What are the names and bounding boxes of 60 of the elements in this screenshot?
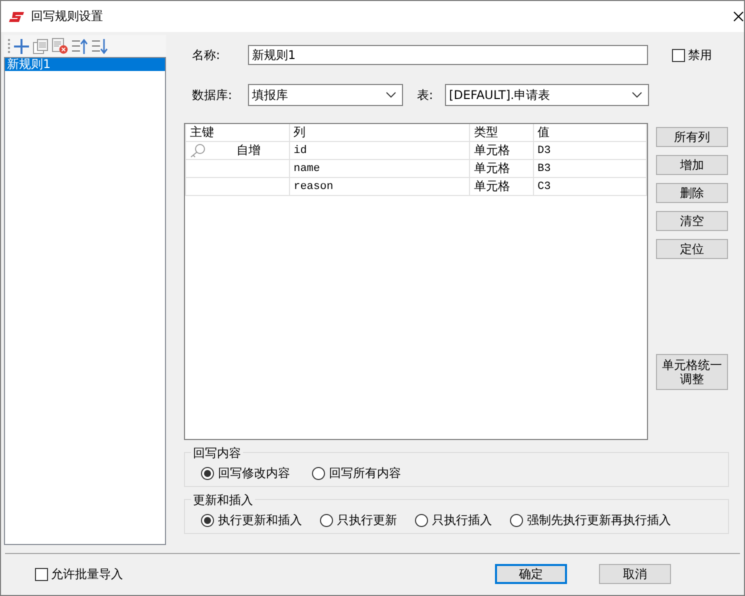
- radio-button[interactable]: [201, 514, 214, 527]
- field-label: 名称:: [192, 46, 222, 64]
- column-header: 主键: [186, 124, 290, 142]
- move-up-icon[interactable]: [72, 38, 88, 54]
- window-title: 回写规则设置: [31, 8, 104, 25]
- side-button[interactable]: 所有列: [656, 127, 728, 147]
- table-cell: 自增: [236, 142, 261, 159]
- key-icon: [190, 144, 206, 158]
- move-down-icon[interactable]: [92, 38, 108, 54]
- table-cell: 单元格: [469, 160, 534, 178]
- radio-button[interactable]: [320, 514, 333, 527]
- field-label: 数据库:: [192, 86, 234, 104]
- adjust-button[interactable]: 单元格统一调整: [656, 354, 728, 390]
- side-button[interactable]: 定位: [656, 239, 728, 259]
- close-icon[interactable]: [733, 11, 744, 22]
- dialog-button[interactable]: 取消: [599, 564, 671, 584]
- radio-label: 回写所有内容: [329, 465, 401, 482]
- table-cell: D3: [533, 142, 646, 160]
- radio-label: 执行更新和插入: [218, 512, 302, 529]
- name-field[interactable]: 新规则1: [248, 45, 648, 65]
- checkbox-label: 允许批量导入: [51, 566, 123, 582]
- group-title: 回写内容: [191, 445, 243, 462]
- dialog-button[interactable]: 确定: [495, 564, 567, 584]
- side-button[interactable]: 删除: [656, 183, 728, 203]
- copy-icon[interactable]: [33, 38, 48, 54]
- radio-label: 强制先执行更新再执行插入: [527, 512, 671, 529]
- dropdown-value: [DEFAULT].申请表: [449, 86, 550, 104]
- checkbox[interactable]: [35, 568, 48, 580]
- side-button[interactable]: 清空: [656, 211, 728, 231]
- table-cell: reason: [289, 178, 470, 196]
- rule-item[interactable]: 新规则1: [5, 58, 165, 71]
- field-label: 表:: [417, 86, 434, 104]
- table-cell: 单元格: [469, 142, 534, 160]
- radio-button[interactable]: [312, 467, 325, 480]
- table-dropdown[interactable]: [DEFAULT].申请表: [445, 84, 650, 106]
- dropdown-value: 填报库: [252, 86, 288, 104]
- table-cell: name: [289, 160, 470, 178]
- radio-button[interactable]: [510, 514, 523, 527]
- column-header: 类型: [469, 124, 534, 142]
- table-cell: B3: [533, 160, 646, 178]
- column-header: 值: [533, 124, 646, 142]
- radio-label: 回写修改内容: [218, 465, 290, 482]
- radio-label: 只执行更新: [337, 512, 397, 529]
- checkbox-label: 禁用: [688, 46, 712, 64]
- table-cell: C3: [533, 178, 646, 196]
- radio-label: 只执行插入: [432, 512, 492, 529]
- radio-button[interactable]: [415, 514, 428, 527]
- group-title: 更新和插入: [191, 492, 255, 509]
- logo-icon: [9, 10, 25, 22]
- table-cell: 单元格: [469, 178, 534, 196]
- side-button[interactable]: 增加: [656, 155, 728, 175]
- chevron-down-icon: [632, 92, 642, 98]
- checkbox[interactable]: [672, 48, 685, 62]
- add-icon[interactable]: [14, 38, 29, 54]
- table-cell: id: [289, 142, 470, 160]
- database-dropdown[interactable]: 填报库: [248, 84, 403, 106]
- radio-button[interactable]: [201, 467, 214, 480]
- delete-icon[interactable]: [52, 38, 68, 54]
- column-header: 列: [289, 124, 470, 142]
- chevron-down-icon: [386, 92, 396, 98]
